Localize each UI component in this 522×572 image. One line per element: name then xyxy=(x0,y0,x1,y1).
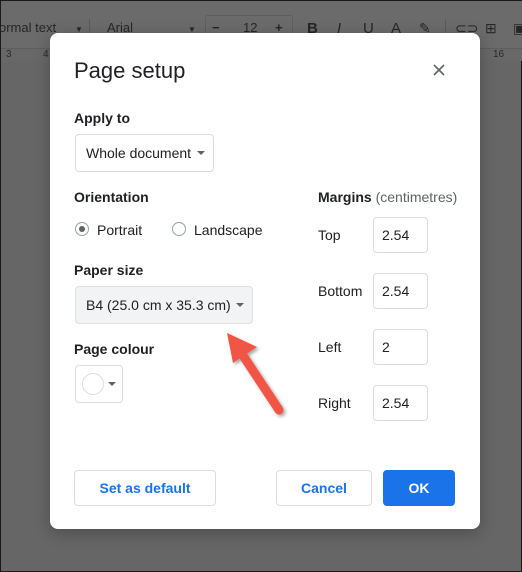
margin-bottom-input[interactable] xyxy=(373,273,428,309)
margin-top-input[interactable] xyxy=(373,217,428,253)
ruler-mark: 3 xyxy=(6,49,12,60)
apply-to-value: Whole document xyxy=(86,145,192,161)
margin-left-label: Left xyxy=(318,339,342,355)
ok-button[interactable]: OK xyxy=(383,470,455,506)
page-colour-label: Page colour xyxy=(74,341,155,357)
ruler-mark: 16 xyxy=(493,49,505,60)
margin-left-input[interactable] xyxy=(373,329,428,365)
colour-swatch-icon xyxy=(82,373,104,395)
margins-unit: (centimetres) xyxy=(375,189,458,205)
margin-top-label: Top xyxy=(318,227,341,243)
margin-right-label: Right xyxy=(318,395,351,411)
page-colour-picker[interactable] xyxy=(75,365,123,403)
paper-size-value: B4 (25.0 cm x 35.3 cm) xyxy=(86,297,231,313)
portrait-label[interactable]: Portrait xyxy=(97,222,142,238)
margins-label: Margins (centimetres) xyxy=(318,189,457,205)
page-setup-dialog: Page setup Apply to Whole document Orien… xyxy=(50,33,480,529)
portrait-radio[interactable] xyxy=(75,222,89,236)
landscape-radio[interactable] xyxy=(172,222,186,236)
apply-to-label: Apply to xyxy=(74,110,130,126)
paper-size-select[interactable]: B4 (25.0 cm x 35.3 cm) xyxy=(75,286,253,324)
margin-bottom-label: Bottom xyxy=(318,283,363,299)
landscape-label[interactable]: Landscape xyxy=(194,222,263,238)
margins-title: Margins xyxy=(318,189,372,205)
margin-right-input[interactable] xyxy=(373,385,428,421)
paper-size-label: Paper size xyxy=(74,262,144,278)
add-comment-icon[interactable]: ⊞ xyxy=(485,20,497,37)
style-select[interactable]: ormal text xyxy=(0,20,56,35)
insert-image-icon[interactable]: ▣ xyxy=(513,20,522,37)
orientation-label: Orientation xyxy=(74,189,149,205)
ruler-mark: 4 xyxy=(43,49,49,60)
cancel-button[interactable]: Cancel xyxy=(276,470,372,506)
apply-to-select[interactable]: Whole document xyxy=(75,134,214,172)
chevron-down-icon xyxy=(197,151,205,155)
close-button[interactable] xyxy=(429,60,449,80)
chevron-down-icon xyxy=(236,303,244,307)
close-icon xyxy=(433,64,445,76)
chevron-down-icon xyxy=(108,382,116,386)
set-as-default-button[interactable]: Set as default xyxy=(74,470,216,506)
dialog-title: Page setup xyxy=(74,58,186,83)
